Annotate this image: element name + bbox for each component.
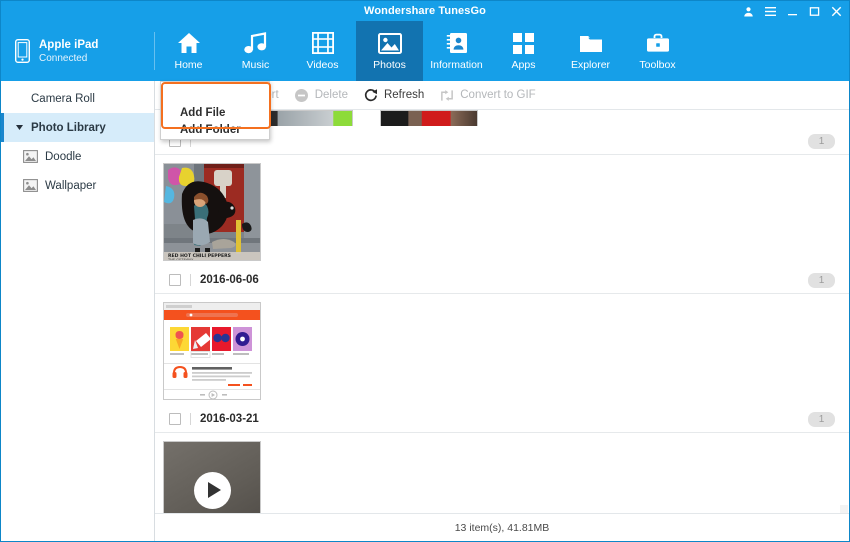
tab-toolbox[interactable]: Toolbox bbox=[624, 21, 691, 81]
tab-label: Toolbox bbox=[639, 59, 675, 71]
menu-icon[interactable] bbox=[764, 4, 777, 18]
minimize-button[interactable] bbox=[786, 4, 799, 18]
thumbnail-image bbox=[164, 442, 260, 513]
add-dropdown-menu: Add File Add Folder bbox=[160, 81, 270, 140]
sidebar-item-label: Photo Library bbox=[31, 122, 106, 134]
photo-thumbnail[interactable] bbox=[163, 302, 261, 400]
device-status: Connected bbox=[39, 52, 98, 65]
account-icon[interactable] bbox=[742, 4, 755, 18]
sidebar: Camera Roll Photo Library Doodle bbox=[1, 81, 155, 541]
menu-item-add-folder[interactable]: Add Folder bbox=[161, 122, 269, 139]
photo-group bbox=[155, 433, 849, 513]
item-count-badge: 1 bbox=[808, 134, 835, 149]
date-group-header: 2016-03-21 1 bbox=[155, 406, 849, 433]
group-checkbox[interactable] bbox=[169, 274, 181, 286]
photo-thumbnail[interactable]: RED HOT CHILI PEPPERS THE GETAWAY bbox=[163, 163, 261, 261]
toolbar-button-label: Refresh bbox=[384, 89, 424, 101]
thumbnail-row bbox=[155, 433, 849, 513]
sidebar-item-wallpaper[interactable]: Wallpaper bbox=[1, 171, 154, 200]
device-name: Apple iPad bbox=[39, 38, 98, 52]
tab-label: Music bbox=[242, 59, 269, 71]
phone-icon bbox=[15, 39, 30, 63]
scrollbar[interactable] bbox=[840, 505, 848, 513]
thumbnail-image: RED HOT CHILI PEPPERS THE GETAWAY bbox=[164, 164, 260, 260]
tab-photos[interactable]: Photos bbox=[356, 21, 423, 81]
sidebar-item-label: Wallpaper bbox=[45, 180, 96, 192]
toolbar-button-label: Convert to GIF bbox=[460, 89, 535, 101]
photo-group: 2016-03-21 1 bbox=[155, 294, 849, 433]
tab-label: Information bbox=[430, 59, 483, 71]
thumbnail-row bbox=[155, 294, 849, 406]
convert-to-gif-button[interactable]: Convert to GIF bbox=[436, 84, 547, 106]
sidebar-item-label: Doodle bbox=[45, 151, 81, 163]
main-panel: Add Export Delete bbox=[155, 81, 849, 541]
item-count-badge: 1 bbox=[808, 273, 835, 288]
divider bbox=[190, 274, 191, 286]
apps-grid-icon bbox=[511, 31, 537, 55]
music-note-icon bbox=[243, 31, 269, 55]
image-icon bbox=[23, 179, 38, 192]
status-text: 13 item(s), 41.81MB bbox=[455, 522, 550, 534]
photo-list[interactable]: 1 bbox=[155, 110, 849, 513]
film-icon bbox=[310, 31, 336, 55]
svg-text:THE GETAWAY: THE GETAWAY bbox=[167, 258, 194, 261]
tab-information[interactable]: Information bbox=[423, 21, 490, 81]
refresh-icon bbox=[364, 88, 378, 102]
tab-label: Explorer bbox=[571, 59, 610, 71]
tab-apps[interactable]: Apps bbox=[490, 21, 557, 81]
close-button[interactable] bbox=[830, 4, 843, 18]
date-label: 2016-06-06 bbox=[200, 274, 259, 286]
window-controls bbox=[742, 1, 843, 21]
briefcase-icon bbox=[645, 31, 671, 55]
thumbnail-image bbox=[381, 111, 477, 126]
photo-thumbnail[interactable] bbox=[380, 110, 478, 126]
date-group-header: 2016-06-06 1 bbox=[155, 267, 849, 294]
chevron-down-icon[interactable] bbox=[15, 125, 24, 130]
group-checkbox[interactable] bbox=[169, 413, 181, 425]
toolbar-button-label: Delete bbox=[315, 89, 348, 101]
tab-label: Home bbox=[174, 59, 202, 71]
tab-explorer[interactable]: Explorer bbox=[557, 21, 624, 81]
thumbnail-image bbox=[256, 111, 352, 126]
maximize-button[interactable] bbox=[808, 4, 821, 18]
play-icon[interactable] bbox=[194, 472, 231, 509]
application-window: Wondershare TunesGo bbox=[0, 0, 850, 542]
photo-group: RED HOT CHILI PEPPERS THE GETAWAY 2016-0… bbox=[155, 155, 849, 294]
convert-gif-icon bbox=[440, 88, 454, 102]
home-icon bbox=[176, 31, 202, 55]
video-thumbnail[interactable] bbox=[163, 441, 261, 513]
status-bar: 13 item(s), 41.81MB bbox=[155, 513, 849, 541]
sidebar-item-label: Camera Roll bbox=[31, 93, 95, 105]
play-triangle bbox=[208, 482, 221, 498]
sidebar-item-doodle[interactable]: Doodle bbox=[1, 142, 154, 171]
tab-label: Photos bbox=[373, 59, 406, 71]
thumbnail-row: RED HOT CHILI PEPPERS THE GETAWAY bbox=[155, 155, 849, 267]
folder-icon bbox=[578, 31, 604, 55]
tab-home[interactable]: Home bbox=[155, 21, 222, 81]
toolbar: Add Export Delete bbox=[155, 81, 849, 110]
tab-music[interactable]: Music bbox=[222, 21, 289, 81]
photo-icon bbox=[377, 31, 403, 55]
title-bar: Wondershare TunesGo bbox=[1, 1, 849, 21]
menu-item-add-file[interactable]: Add File bbox=[161, 105, 269, 122]
delete-button[interactable]: Delete bbox=[291, 84, 360, 106]
device-info[interactable]: Apple iPad Connected bbox=[1, 21, 155, 81]
divider bbox=[190, 413, 191, 425]
sidebar-item-photo-library[interactable]: Photo Library bbox=[1, 113, 154, 142]
tab-label: Videos bbox=[307, 59, 339, 71]
sidebar-item-camera-roll[interactable]: Camera Roll bbox=[1, 84, 154, 113]
contacts-icon bbox=[444, 31, 470, 55]
thumbnail-image bbox=[164, 303, 260, 399]
body-area: Camera Roll Photo Library Doodle bbox=[1, 81, 849, 541]
window-title: Wondershare TunesGo bbox=[1, 1, 849, 21]
image-icon bbox=[23, 150, 38, 163]
navigation-bar: Apple iPad Connected Home Music bbox=[1, 21, 849, 81]
tab-videos[interactable]: Videos bbox=[289, 21, 356, 81]
nav-tabs: Home Music Videos bbox=[155, 21, 691, 81]
refresh-button[interactable]: Refresh bbox=[360, 84, 436, 106]
date-label: 2016-03-21 bbox=[200, 413, 259, 425]
item-count-badge: 1 bbox=[808, 412, 835, 427]
minus-circle-icon bbox=[295, 88, 309, 102]
tab-label: Apps bbox=[512, 59, 536, 71]
